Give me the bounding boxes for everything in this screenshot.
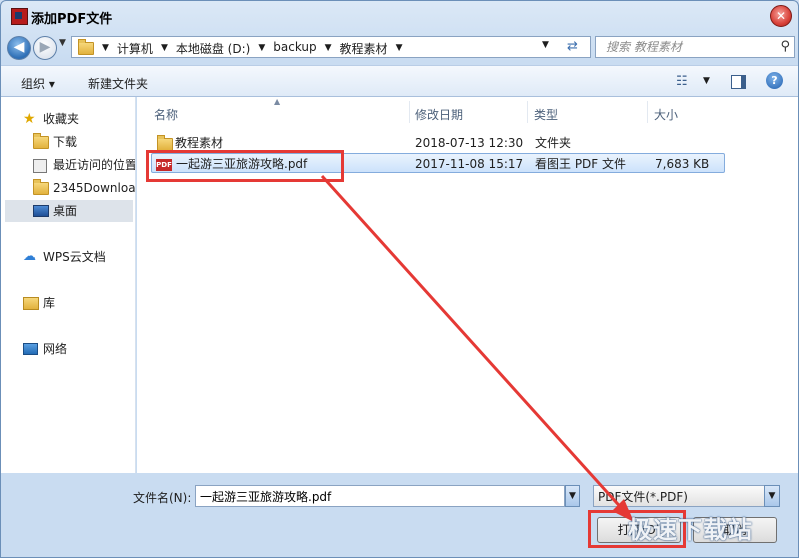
- file-type: 文件夹: [535, 136, 572, 150]
- column-header-type[interactable]: 类型: [534, 106, 558, 123]
- sidebar-item-label: 网络: [43, 342, 68, 356]
- sidebar-item-wps-cloud[interactable]: ☁ WPS云文档: [1, 246, 135, 268]
- sidebar-item-favorites[interactable]: ★ 收藏夹: [1, 108, 135, 130]
- sidebar-item-label: 2345Downloads: [53, 181, 135, 195]
- sidebar-item-recent-places[interactable]: 最近访问的位置: [1, 154, 135, 176]
- organize-menu-button[interactable]: 组织 ▾: [21, 75, 55, 92]
- file-name: 一起游三亚旅游攻略.pdf: [176, 157, 308, 171]
- cancel-button[interactable]: 取消: [693, 517, 777, 543]
- command-toolbar: 组织 ▾ 新建文件夹 ☷ ▼ ?: [1, 65, 798, 97]
- window-title: 添加PDF文件: [31, 12, 113, 27]
- new-folder-button[interactable]: 新建文件夹: [88, 75, 148, 92]
- column-divider[interactable]: [409, 101, 410, 123]
- sidebar-item-library[interactable]: 库: [1, 292, 135, 314]
- desktop-icon: [33, 205, 49, 217]
- filename-input[interactable]: [195, 485, 565, 507]
- star-icon: ★: [23, 111, 36, 127]
- sidebar-item-network[interactable]: 网络: [1, 338, 135, 360]
- column-header-name[interactable]: 名称: [154, 106, 178, 123]
- recent-pages-dropdown-icon[interactable]: ▼: [59, 38, 66, 48]
- file-modified: 2018-07-13 12:30: [415, 136, 524, 150]
- sort-ascending-icon: ▲: [274, 97, 281, 106]
- search-icon[interactable]: ⚲: [780, 39, 790, 54]
- file-row-pdf[interactable]: PDF 一起游三亚旅游攻略.pdf 2017-11-08 15:17 看图王 P…: [151, 153, 725, 173]
- file-size: 7,683 KB: [655, 157, 710, 171]
- breadcrumb-drive-d[interactable]: 本地磁盘 (D:): [172, 40, 254, 57]
- back-button[interactable]: ◀: [7, 36, 31, 60]
- app-icon: [11, 8, 28, 25]
- sidebar-item-label: 最近访问的位置: [53, 158, 135, 172]
- refresh-icon[interactable]: ⇄: [567, 39, 578, 54]
- column-header-size[interactable]: 大小: [654, 106, 678, 123]
- open-button[interactable]: 打开(O): [597, 517, 681, 543]
- sidebar-item-label: WPS云文档: [43, 250, 106, 264]
- filetype-dropdown-icon[interactable]: ▼: [764, 485, 780, 507]
- filetype-select[interactable]: PDF文件(*.PDF): [593, 485, 765, 507]
- cloud-icon: ☁: [23, 249, 36, 264]
- pdf-icon: PDF: [156, 159, 172, 171]
- chevron-down-icon[interactable]: ▼: [98, 40, 113, 57]
- sidebar-item-desktop[interactable]: 桌面: [5, 200, 133, 222]
- breadcrumb-tutorial-materials[interactable]: 教程素材: [336, 40, 392, 57]
- sidebar-item-label: 收藏夹: [43, 112, 80, 126]
- sidebar-item-2345downloads[interactable]: 2345Downloads: [1, 177, 135, 199]
- breadcrumb: ▼ 计算机 ▼ 本地磁盘 (D:) ▼ backup ▼ 教程素材 ▼: [98, 40, 406, 57]
- filename-dropdown-icon[interactable]: ▼: [565, 485, 580, 507]
- chevron-down-icon[interactable]: ▼: [157, 40, 172, 57]
- file-list: ▲ 名称 修改日期 类型 大小 教程素材 2018-07-13 12:30 文件…: [137, 97, 798, 473]
- breadcrumb-computer[interactable]: 计算机: [113, 40, 157, 57]
- sidebar-item-label: 下载: [53, 135, 78, 149]
- network-icon: [23, 343, 38, 355]
- file-modified: 2017-11-08 15:17: [415, 157, 524, 171]
- recent-places-icon: [33, 159, 47, 173]
- sidebar-item-label: 库: [43, 296, 56, 310]
- navigation-pane: ★ 收藏夹 下载 最近访问的位置 2345Downloads 桌面 ☁ WPS云…: [1, 97, 136, 473]
- folder-icon: [78, 39, 94, 55]
- folder-icon: [33, 133, 49, 149]
- forward-button[interactable]: ▶: [33, 36, 57, 60]
- address-bar[interactable]: ▼ 计算机 ▼ 本地磁盘 (D:) ▼ backup ▼ 教程素材 ▼ ▼ ⇄: [71, 36, 591, 58]
- chevron-down-icon[interactable]: ▼: [254, 40, 269, 57]
- chevron-down-icon[interactable]: ▼: [321, 40, 336, 57]
- title-bar: 添加PDF文件 ✕: [1, 1, 798, 31]
- file-type: 看图王 PDF 文件: [535, 157, 627, 171]
- dialog-footer: 文件名(N): ▼ PDF文件(*.PDF) ▼ 打开(O) 取消: [1, 473, 798, 557]
- library-icon: [23, 297, 39, 310]
- file-name: 教程素材: [175, 136, 224, 150]
- chevron-down-icon[interactable]: ▼: [392, 40, 407, 57]
- column-divider[interactable]: [647, 101, 648, 123]
- view-options-icon[interactable]: ☷: [676, 74, 688, 89]
- close-button[interactable]: ✕: [770, 5, 792, 27]
- column-divider[interactable]: [527, 101, 528, 123]
- search-input[interactable]: [604, 39, 768, 55]
- column-header-modified[interactable]: 修改日期: [415, 106, 463, 123]
- filename-label: 文件名(N):: [133, 491, 192, 505]
- dialog-window: 添加PDF文件 ✕ ◀ ▶ ▼ ▼ 计算机 ▼ 本地磁盘 (D:) ▼ back…: [0, 0, 799, 558]
- help-icon[interactable]: ?: [766, 72, 783, 89]
- navigation-bar: ◀ ▶ ▼ ▼ 计算机 ▼ 本地磁盘 (D:) ▼ backup ▼ 教程素材 …: [1, 32, 798, 64]
- address-history-dropdown-icon[interactable]: ▼: [542, 40, 549, 50]
- search-box[interactable]: ⚲: [595, 36, 795, 58]
- breadcrumb-backup[interactable]: backup: [269, 40, 320, 57]
- folder-icon: [33, 179, 49, 195]
- view-dropdown-icon[interactable]: ▼: [703, 76, 710, 86]
- sidebar-item-label: 桌面: [53, 204, 78, 218]
- preview-pane-icon[interactable]: [731, 75, 746, 89]
- file-row-folder[interactable]: 教程素材 2018-07-13 12:30 文件夹: [151, 133, 725, 153]
- sidebar-item-downloads[interactable]: 下载: [1, 131, 135, 153]
